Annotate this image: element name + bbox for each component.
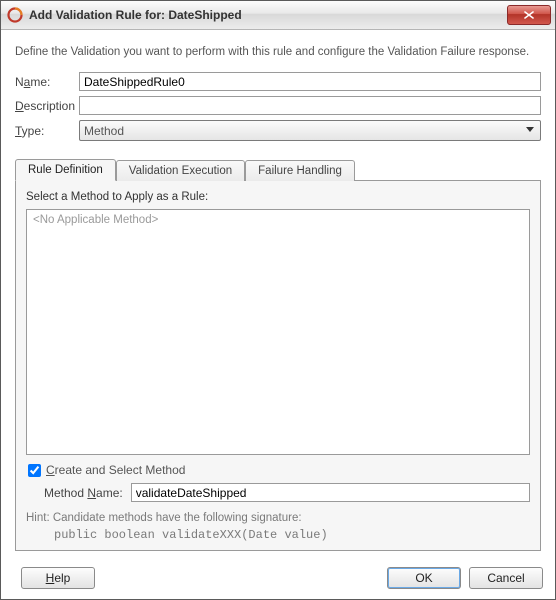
method-name-row: Method Name: xyxy=(44,483,530,502)
name-input[interactable] xyxy=(79,72,541,91)
method-listbox[interactable]: <No Applicable Method> xyxy=(26,209,530,455)
create-method-checkbox[interactable] xyxy=(28,464,41,477)
tab-validation-execution[interactable]: Validation Execution xyxy=(116,160,245,181)
description-row: Description xyxy=(15,96,541,115)
type-value: Method xyxy=(84,124,124,138)
type-row: Type: Method xyxy=(15,120,541,141)
tab-failure-handling[interactable]: Failure Handling xyxy=(245,160,355,181)
type-combobox[interactable]: Method xyxy=(79,120,541,141)
name-label: Name: xyxy=(15,75,79,89)
name-row: Name: xyxy=(15,72,541,91)
create-method-row: Create and Select Method xyxy=(26,463,530,477)
window-title: Add Validation Rule for: DateShipped xyxy=(29,8,507,22)
cancel-button[interactable]: Cancel xyxy=(469,567,543,589)
dialog-window: Add Validation Rule for: DateShipped Def… xyxy=(0,0,556,600)
help-button[interactable]: Help xyxy=(21,567,95,589)
select-method-label: Select a Method to Apply as a Rule: xyxy=(26,191,530,203)
listbox-placeholder: <No Applicable Method> xyxy=(33,214,523,226)
description-input[interactable] xyxy=(79,96,541,115)
button-bar: Help OK Cancel xyxy=(1,561,555,599)
method-name-label: Method Name: xyxy=(44,486,123,500)
intro-text: Define the Validation you want to perfor… xyxy=(15,46,541,58)
hint-text: Hint: Candidate methods have the followi… xyxy=(26,512,530,524)
app-icon xyxy=(7,7,23,23)
method-name-input[interactable] xyxy=(131,483,530,502)
close-icon xyxy=(524,9,534,21)
signature-text: public boolean validateXXX(Date value) xyxy=(54,528,530,542)
description-label: Description xyxy=(15,99,79,113)
close-button[interactable] xyxy=(507,5,551,25)
dialog-body: Define the Validation you want to perfor… xyxy=(1,30,555,561)
create-method-label: Create and Select Method xyxy=(46,463,185,477)
tabs-container: Rule Definition Validation Execution Fai… xyxy=(15,158,541,551)
tab-rule-definition[interactable]: Rule Definition xyxy=(15,159,116,181)
tab-strip: Rule Definition Validation Execution Fai… xyxy=(15,158,541,180)
chevron-down-icon xyxy=(526,127,534,132)
ok-button[interactable]: OK xyxy=(387,567,461,589)
title-bar: Add Validation Rule for: DateShipped xyxy=(1,1,555,30)
type-label: Type: xyxy=(15,124,79,138)
rule-definition-panel: Select a Method to Apply as a Rule: <No … xyxy=(15,180,541,551)
